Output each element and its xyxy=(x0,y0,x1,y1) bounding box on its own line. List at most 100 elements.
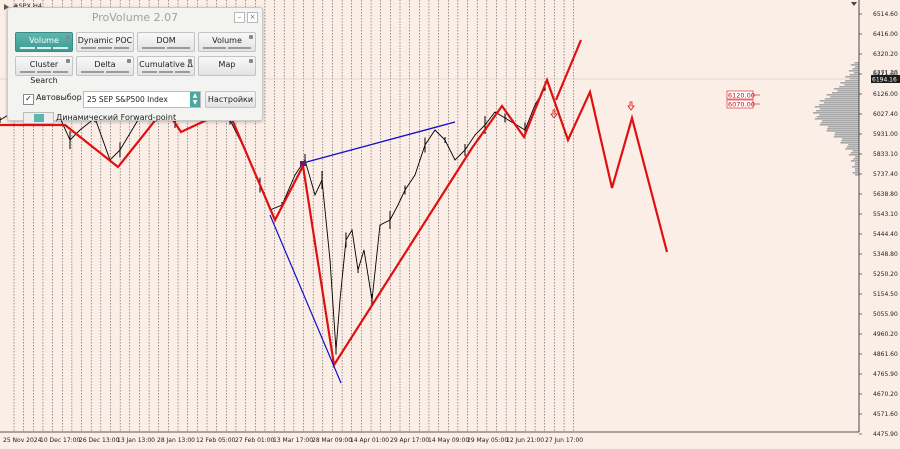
volume-profile-button[interactable]: Volume Profile xyxy=(15,32,73,61)
time-tick-label: 27 Feb 01:00 xyxy=(235,437,275,444)
time-tick-label: 14 May 09:00 xyxy=(428,437,469,444)
price-tick-label: 4960.20 xyxy=(873,331,898,338)
dynamic-poc-label: Dynamic POC xyxy=(77,36,133,45)
dom-button[interactable]: DOM xyxy=(137,32,195,52)
mode-indicator xyxy=(203,47,251,49)
volume-profile-bar xyxy=(846,146,859,148)
volume-profile-bar xyxy=(852,150,859,152)
window-buttons: – × xyxy=(234,12,258,23)
volume-profile-bar xyxy=(855,170,859,172)
settings-dot-icon xyxy=(66,59,70,63)
mode-indicator xyxy=(20,47,69,49)
volume-profile-bar xyxy=(855,156,859,158)
map-button[interactable]: Map xyxy=(198,56,256,76)
down-arrow-icon xyxy=(627,101,635,111)
volume-profile-bar xyxy=(845,80,859,82)
volume-profile-bar xyxy=(816,116,859,118)
time-tick-label: 13 Mar 17:00 xyxy=(273,437,313,444)
minimize-button[interactable]: – xyxy=(234,12,245,23)
price-tick-label: 4861.60 xyxy=(873,351,898,358)
time-tick-label: 29 May 05:00 xyxy=(467,437,508,444)
trendline-lower xyxy=(269,214,342,384)
time-tick-label: 10 Dec 17:00 xyxy=(40,437,81,444)
pivot-marker xyxy=(300,161,306,166)
price-tick-label: 5931.00 xyxy=(873,131,898,138)
price-tick-label: 4475.90 xyxy=(873,431,898,438)
price-tick-label: 6027.40 xyxy=(873,111,898,118)
volume-profile-bar xyxy=(855,174,859,176)
volume-profile-bar xyxy=(852,68,859,70)
volume-profile-bar xyxy=(833,136,859,138)
time-tick-label: 28 Jan 13:00 xyxy=(157,437,195,444)
cluster-search-button[interactable]: Cluster Search xyxy=(15,56,73,85)
price-tick-label: 5055.90 xyxy=(873,311,898,318)
close-button[interactable]: × xyxy=(247,12,258,23)
time-axis[interactable]: 25 Nov 202410 Dec 17:0026 Dec 13:0013 Ja… xyxy=(3,437,583,444)
volume-profile-bar xyxy=(831,92,859,94)
auto-select-checkbox[interactable]: ✓ xyxy=(23,94,34,105)
volume-profile-bar xyxy=(823,102,859,104)
volume-profile-bar xyxy=(854,62,859,64)
volume-profile-bar xyxy=(820,122,859,124)
volume-profile-bar xyxy=(834,132,859,134)
panel-title: ProVolume 2.07 xyxy=(91,11,179,24)
price-tick-label: 5833.10 xyxy=(873,151,898,158)
dynamic-poc-button[interactable]: Dynamic POC xyxy=(76,32,134,52)
time-tick-label: 12 Feb 05:00 xyxy=(196,437,236,444)
current-price-text: 6194.16 xyxy=(872,77,897,84)
dom-label: DOM xyxy=(156,36,176,45)
volume-profile-bar xyxy=(837,90,859,92)
price-tick-label: 6126.00 xyxy=(873,91,898,98)
volume-profile-bar xyxy=(819,114,859,116)
cumulative-delta-button[interactable]: Cumulative Δ xyxy=(137,56,195,76)
volume-profile-bar xyxy=(833,88,859,90)
volume-button[interactable]: Volume xyxy=(198,32,256,52)
mode-indicator xyxy=(20,71,69,73)
volume-profile-bar xyxy=(855,168,859,170)
price-tick-label: 6416.00 xyxy=(873,31,898,38)
price-level-text-2: 6070.00 xyxy=(728,101,755,109)
volume-profile-bar xyxy=(819,104,859,106)
volume-profile-bar xyxy=(853,72,859,74)
volume-profile-bar xyxy=(822,120,859,122)
zigzag-projection-line xyxy=(554,39,583,101)
instrument-select[interactable]: 25 SEP S&P500 Index ▲ ▼ xyxy=(83,91,201,108)
time-tick-label: 27 Jun 17:00 xyxy=(545,437,583,444)
volume-profile-bar xyxy=(834,134,859,136)
volume-profile-bar xyxy=(819,100,859,102)
volume-profile-bar xyxy=(839,86,859,88)
price-tick-label: 5348.80 xyxy=(873,251,898,258)
volume-label: Volume xyxy=(212,36,242,45)
forward-point-toggle[interactable] xyxy=(23,112,54,124)
volume-profile-bar xyxy=(826,130,859,132)
volume-profile-bar xyxy=(840,142,859,144)
mode-indicator xyxy=(81,71,129,73)
select-stepper-icon[interactable]: ▲ ▼ xyxy=(190,92,200,107)
settings-dot-icon xyxy=(66,35,70,39)
volume-profile-bar xyxy=(848,70,859,72)
time-tick-label: 12 Jun 21:00 xyxy=(506,437,544,444)
price-tick-label: 6320.20 xyxy=(873,51,898,58)
volume-profile-bar xyxy=(855,66,859,68)
up-arrow-icon xyxy=(550,109,558,119)
price-tick-label: 5250.20 xyxy=(873,271,898,278)
volume-profile-bar xyxy=(814,118,859,120)
mode-indicator xyxy=(81,47,130,49)
instrument-value: 25 SEP S&P500 Index xyxy=(87,95,168,104)
volume-profile-bar xyxy=(819,108,859,110)
volume-profile-bar xyxy=(855,162,859,164)
map-label: Map xyxy=(218,60,236,69)
volume-profile-bar xyxy=(848,144,859,146)
volume-profile-bar xyxy=(848,154,859,156)
chart-shift-icon xyxy=(851,2,857,6)
volume-profile-bar xyxy=(827,128,859,130)
current-price-tag: 6194.16 xyxy=(871,75,900,84)
delta-button[interactable]: Delta xyxy=(76,56,134,76)
provolume-panel: ProVolume 2.07 – × Volume Profile Dynami… xyxy=(7,7,263,124)
volume-profile-bar xyxy=(852,166,859,168)
volume-profile-bar xyxy=(826,94,859,96)
cumulative-delta-label: Cumulative Δ xyxy=(139,60,193,69)
time-tick-label: 25 Nov 2024 xyxy=(3,437,42,444)
auto-select-label: Автовыбор xyxy=(36,93,82,102)
settings-button[interactable]: Настройки xyxy=(205,91,256,108)
